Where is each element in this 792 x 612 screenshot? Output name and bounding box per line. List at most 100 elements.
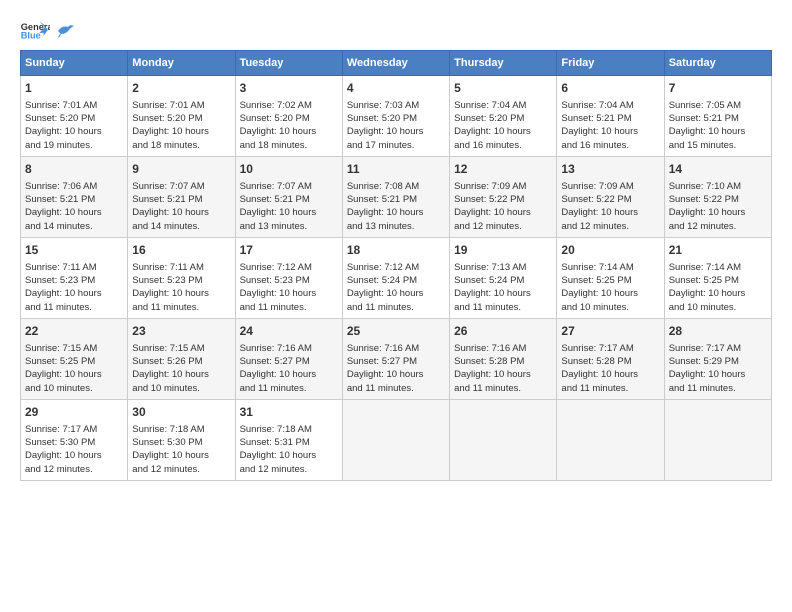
sunset-label: Sunset: 5:21 PM <box>561 113 631 124</box>
calendar-cell: 23 Sunrise: 7:15 AM Sunset: 5:26 PM Dayl… <box>128 318 235 399</box>
daylight-minutes: and 11 minutes. <box>25 302 92 313</box>
daylight-minutes: and 18 minutes. <box>132 140 200 151</box>
daylight-label: Daylight: 10 hours <box>561 207 638 218</box>
calendar-cell: 13 Sunrise: 7:09 AM Sunset: 5:22 PM Dayl… <box>557 156 664 237</box>
day-number: 31 <box>240 404 338 421</box>
sunset-label: Sunset: 5:25 PM <box>669 275 739 286</box>
sunrise-label: Sunrise: 7:14 AM <box>561 262 633 273</box>
sunset-label: Sunset: 5:24 PM <box>347 275 417 286</box>
sunset-label: Sunset: 5:23 PM <box>132 275 202 286</box>
daylight-minutes: and 12 minutes. <box>669 221 737 232</box>
daylight-minutes: and 11 minutes. <box>347 302 414 313</box>
col-header-wednesday: Wednesday <box>342 51 449 76</box>
calendar-cell: 22 Sunrise: 7:15 AM Sunset: 5:25 PM Dayl… <box>21 318 128 399</box>
sunrise-label: Sunrise: 7:18 AM <box>240 424 312 435</box>
daylight-label: Daylight: 10 hours <box>25 288 102 299</box>
calendar-cell: 14 Sunrise: 7:10 AM Sunset: 5:22 PM Dayl… <box>664 156 771 237</box>
day-number: 15 <box>25 242 123 259</box>
svg-text:Blue: Blue <box>21 31 41 40</box>
day-number: 19 <box>454 242 552 259</box>
daylight-minutes: and 10 minutes. <box>132 383 200 394</box>
logo-bird-icon <box>56 24 74 38</box>
sunset-label: Sunset: 5:30 PM <box>25 437 95 448</box>
sunset-label: Sunset: 5:31 PM <box>240 437 310 448</box>
day-number: 21 <box>669 242 767 259</box>
header: General Blue <box>20 20 772 40</box>
sunrise-label: Sunrise: 7:11 AM <box>25 262 97 273</box>
daylight-label: Daylight: 10 hours <box>132 369 209 380</box>
calendar-cell <box>450 399 557 480</box>
calendar-cell <box>664 399 771 480</box>
daylight-label: Daylight: 10 hours <box>669 369 746 380</box>
sunrise-label: Sunrise: 7:07 AM <box>132 181 204 192</box>
daylight-minutes: and 16 minutes. <box>454 140 522 151</box>
sunset-label: Sunset: 5:30 PM <box>132 437 202 448</box>
day-number: 12 <box>454 161 552 178</box>
calendar-cell: 15 Sunrise: 7:11 AM Sunset: 5:23 PM Dayl… <box>21 237 128 318</box>
daylight-minutes: and 17 minutes. <box>347 140 415 151</box>
calendar-cell: 9 Sunrise: 7:07 AM Sunset: 5:21 PM Dayli… <box>128 156 235 237</box>
day-number: 11 <box>347 161 445 178</box>
calendar-cell: 30 Sunrise: 7:18 AM Sunset: 5:30 PM Dayl… <box>128 399 235 480</box>
daylight-label: Daylight: 10 hours <box>347 207 424 218</box>
daylight-minutes: and 11 minutes. <box>132 302 199 313</box>
calendar-cell: 25 Sunrise: 7:16 AM Sunset: 5:27 PM Dayl… <box>342 318 449 399</box>
daylight-minutes: and 13 minutes. <box>240 221 308 232</box>
calendar-cell: 16 Sunrise: 7:11 AM Sunset: 5:23 PM Dayl… <box>128 237 235 318</box>
sunrise-label: Sunrise: 7:01 AM <box>25 100 97 111</box>
col-header-thursday: Thursday <box>450 51 557 76</box>
sunrise-label: Sunrise: 7:09 AM <box>454 181 526 192</box>
daylight-label: Daylight: 10 hours <box>25 369 102 380</box>
day-number: 28 <box>669 323 767 340</box>
day-number: 25 <box>347 323 445 340</box>
daylight-label: Daylight: 10 hours <box>240 207 317 218</box>
sunrise-label: Sunrise: 7:17 AM <box>25 424 97 435</box>
calendar-cell: 20 Sunrise: 7:14 AM Sunset: 5:25 PM Dayl… <box>557 237 664 318</box>
calendar-cell: 8 Sunrise: 7:06 AM Sunset: 5:21 PM Dayli… <box>21 156 128 237</box>
calendar-cell: 6 Sunrise: 7:04 AM Sunset: 5:21 PM Dayli… <box>557 76 664 157</box>
sunrise-label: Sunrise: 7:12 AM <box>347 262 419 273</box>
daylight-label: Daylight: 10 hours <box>240 369 317 380</box>
daylight-minutes: and 11 minutes. <box>669 383 736 394</box>
sunset-label: Sunset: 5:22 PM <box>669 194 739 205</box>
day-number: 23 <box>132 323 230 340</box>
col-header-sunday: Sunday <box>21 51 128 76</box>
sunset-label: Sunset: 5:28 PM <box>454 356 524 367</box>
calendar-cell: 5 Sunrise: 7:04 AM Sunset: 5:20 PM Dayli… <box>450 76 557 157</box>
calendar-cell: 2 Sunrise: 7:01 AM Sunset: 5:20 PM Dayli… <box>128 76 235 157</box>
daylight-label: Daylight: 10 hours <box>240 126 317 137</box>
logo: General Blue <box>20 20 74 40</box>
sunrise-label: Sunrise: 7:18 AM <box>132 424 204 435</box>
daylight-minutes: and 12 minutes. <box>561 221 629 232</box>
calendar-cell: 3 Sunrise: 7:02 AM Sunset: 5:20 PM Dayli… <box>235 76 342 157</box>
calendar-cell: 29 Sunrise: 7:17 AM Sunset: 5:30 PM Dayl… <box>21 399 128 480</box>
col-header-monday: Monday <box>128 51 235 76</box>
daylight-minutes: and 15 minutes. <box>669 140 737 151</box>
day-number: 5 <box>454 80 552 97</box>
sunrise-label: Sunrise: 7:13 AM <box>454 262 526 273</box>
daylight-minutes: and 12 minutes. <box>240 464 308 475</box>
day-number: 17 <box>240 242 338 259</box>
daylight-minutes: and 10 minutes. <box>25 383 93 394</box>
day-number: 27 <box>561 323 659 340</box>
daylight-minutes: and 18 minutes. <box>240 140 308 151</box>
daylight-label: Daylight: 10 hours <box>347 369 424 380</box>
daylight-label: Daylight: 10 hours <box>132 288 209 299</box>
sunrise-label: Sunrise: 7:17 AM <box>561 343 633 354</box>
daylight-minutes: and 11 minutes. <box>561 383 628 394</box>
sunset-label: Sunset: 5:27 PM <box>347 356 417 367</box>
daylight-label: Daylight: 10 hours <box>132 207 209 218</box>
col-header-saturday: Saturday <box>664 51 771 76</box>
daylight-label: Daylight: 10 hours <box>25 207 102 218</box>
daylight-minutes: and 19 minutes. <box>25 140 93 151</box>
daylight-label: Daylight: 10 hours <box>454 288 531 299</box>
daylight-minutes: and 12 minutes. <box>132 464 200 475</box>
sunset-label: Sunset: 5:29 PM <box>669 356 739 367</box>
sunset-label: Sunset: 5:21 PM <box>132 194 202 205</box>
calendar-cell: 11 Sunrise: 7:08 AM Sunset: 5:21 PM Dayl… <box>342 156 449 237</box>
daylight-label: Daylight: 10 hours <box>561 369 638 380</box>
daylight-minutes: and 11 minutes. <box>454 383 521 394</box>
calendar-cell: 31 Sunrise: 7:18 AM Sunset: 5:31 PM Dayl… <box>235 399 342 480</box>
day-number: 10 <box>240 161 338 178</box>
sunrise-label: Sunrise: 7:17 AM <box>669 343 741 354</box>
